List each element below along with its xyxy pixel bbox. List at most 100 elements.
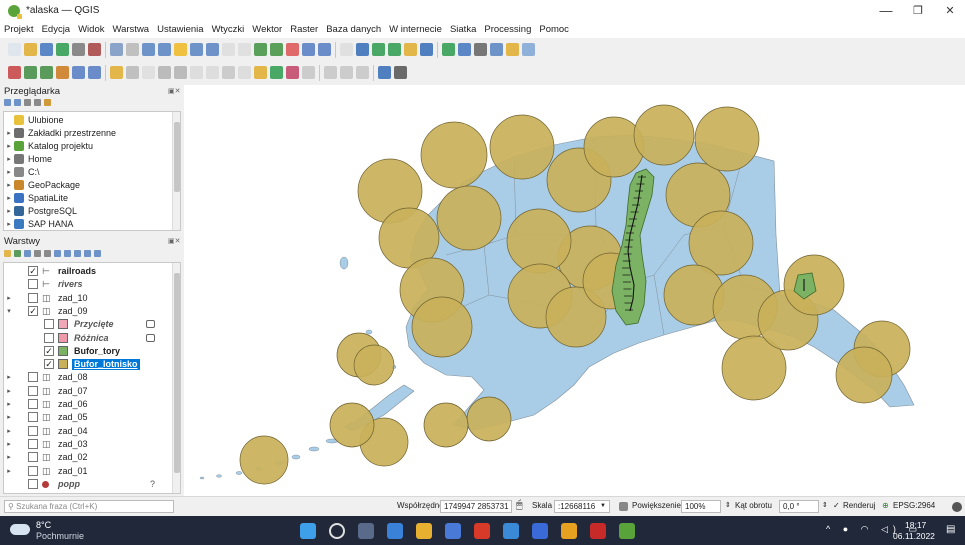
layer-visibility-checkbox[interactable] (28, 438, 38, 449)
layer-visibility-checkbox[interactable] (28, 279, 38, 290)
lock-icon[interactable] (619, 502, 628, 511)
toolbar-tool-icon[interactable] (388, 43, 401, 56)
toolbar-tool-icon[interactable] (394, 66, 407, 79)
spin-icon[interactable]: ⇕ (725, 501, 731, 509)
cloud-icon[interactable] (10, 524, 30, 535)
expand-arrow-icon[interactable]: ▸ (5, 154, 13, 165)
collapse-arrow-icon[interactable]: ▾ (5, 306, 13, 317)
toolbar-tool-icon[interactable] (324, 66, 337, 79)
temporary-layer-icon[interactable] (146, 320, 155, 329)
toolbar-tool-icon[interactable] (420, 43, 433, 56)
clock-time[interactable]: 18:17 (905, 520, 926, 530)
toolbar-tool-icon[interactable] (458, 43, 471, 56)
expand-arrow-icon[interactable]: ▸ (5, 452, 13, 463)
toolbar-tool-icon[interactable] (110, 66, 123, 79)
toolbar-tool-icon[interactable] (40, 43, 53, 56)
search-icon[interactable] (329, 523, 345, 539)
coords-toggle-icon[interactable]: 🖱 (516, 499, 523, 512)
menu-item[interactable]: Siatka (446, 22, 480, 35)
expand-arrow-icon[interactable]: ▸ (5, 386, 13, 397)
menu-item[interactable]: Raster (286, 22, 322, 35)
panel-tool-icon[interactable] (74, 250, 81, 257)
panel-tool-icon[interactable] (34, 99, 41, 106)
toolbar-tool-icon[interactable] (8, 43, 21, 56)
file-explorer-icon[interactable] (416, 523, 432, 539)
browser-item[interactable]: Ulubione (4, 115, 172, 126)
browser-item[interactable]: ▸ SAP HANA (4, 219, 172, 230)
browser-item[interactable]: ▸ SpatiaLite (4, 193, 172, 204)
coords-field[interactable]: 1749947 2853731 (440, 500, 512, 513)
toolbar-tool-icon[interactable] (88, 43, 101, 56)
panel-tool-icon[interactable] (14, 99, 21, 106)
layer-item[interactable]: ▾ ✓ ◫ zad_09 (4, 305, 172, 317)
menu-item[interactable]: Processing (480, 22, 535, 35)
toolbar-tool-icon[interactable] (158, 66, 171, 79)
toolbar-tool-icon[interactable] (8, 66, 21, 79)
toolbar-tool-icon[interactable] (126, 66, 139, 79)
toolbar-tool-icon[interactable] (378, 66, 391, 79)
toolbar-tool-icon[interactable] (110, 43, 123, 56)
toolbar-tool-icon[interactable] (158, 43, 171, 56)
office-icon[interactable] (474, 523, 490, 539)
toolbar-tool-icon[interactable] (24, 66, 37, 79)
layer-name[interactable]: rivers (56, 279, 85, 290)
maximize-button[interactable]: ❐ (903, 2, 933, 20)
layer-item[interactable]: ▸ ◫ zad_10 (4, 292, 172, 304)
toolbar-tool-icon[interactable] (206, 43, 219, 56)
layer-name[interactable]: railroads (56, 266, 98, 277)
toolbar-tool-icon[interactable] (56, 66, 69, 79)
layer-name[interactable]: zad_09 (56, 306, 90, 317)
expand-arrow-icon[interactable]: ▸ (5, 206, 13, 217)
menu-item[interactable]: Edycja (38, 22, 75, 35)
layer-item[interactable]: ▸ ◫ zad_04 (4, 425, 172, 437)
menu-item[interactable]: Pomoc (535, 22, 573, 35)
layer-visibility-checkbox[interactable] (28, 465, 38, 476)
layer-visibility-checkbox[interactable] (28, 372, 38, 383)
crs-globe-icon[interactable]: ⊕ (882, 501, 889, 510)
layer-name[interactable]: zad_04 (56, 426, 90, 437)
toolbar-tool-icon[interactable] (340, 43, 353, 56)
layer-name[interactable]: zad_06 (56, 399, 90, 410)
chat-icon[interactable] (387, 523, 403, 539)
spin-icon[interactable]: ⇕ (822, 501, 828, 509)
toolbar-tool-icon[interactable] (270, 43, 283, 56)
layer-name[interactable]: zad_02 (56, 452, 90, 463)
menu-item[interactable]: Wtyczki (208, 22, 249, 35)
toolbar-tool-icon[interactable] (174, 66, 187, 79)
toolbar-tool-icon[interactable] (404, 43, 417, 56)
edge-icon[interactable] (532, 523, 548, 539)
layers-scrollbar[interactable] (172, 263, 180, 493)
toolbar-tool-icon[interactable] (206, 66, 219, 79)
toolbar-tool-icon[interactable] (442, 43, 455, 56)
layer-item[interactable]: ▸ ◫ zad_06 (4, 399, 172, 410)
task-view-icon[interactable] (358, 523, 374, 539)
rotation-field[interactable]: 0,0 ° (779, 500, 819, 513)
expand-arrow-icon[interactable]: ▸ (5, 128, 13, 139)
layer-visibility-checkbox[interactable] (28, 385, 38, 396)
clock-date[interactable]: 06.11.2022 (893, 531, 935, 541)
toolbar-tool-icon[interactable] (372, 43, 385, 56)
layer-visibility-checkbox[interactable] (44, 319, 54, 330)
render-checkbox[interactable]: ✓ (833, 501, 840, 510)
expand-arrow-icon[interactable]: ▸ (5, 439, 13, 450)
toolbar-tool-icon[interactable] (238, 43, 251, 56)
toolbar-tool-icon[interactable] (222, 66, 235, 79)
temporary-layer-icon[interactable] (146, 333, 155, 342)
toolbar-tool-icon[interactable] (286, 43, 299, 56)
toolbar-tool-icon[interactable] (88, 66, 101, 79)
layer-name[interactable]: Bufor_lotnisko (72, 359, 140, 371)
layer-visibility-checkbox[interactable] (28, 478, 38, 489)
layer-item[interactable]: ✓ ⊢ railroads (4, 266, 172, 277)
layer-name[interactable]: zad_08 (56, 372, 90, 383)
panel-tool-icon[interactable] (34, 250, 41, 257)
toolbar-tool-icon[interactable] (222, 43, 235, 56)
toolbar-tool-icon[interactable] (238, 66, 251, 79)
expand-arrow-icon[interactable]: ▸ (5, 141, 13, 152)
layer-item[interactable]: ▸ ◫ zad_02 (4, 452, 172, 463)
layer-item[interactable]: ▸ ◫ zad_08 (4, 372, 172, 383)
layer-visibility-checkbox[interactable] (44, 332, 54, 343)
toolbar-tool-icon[interactable] (190, 66, 203, 79)
menu-item[interactable]: Warstwa (109, 22, 154, 35)
toolbar-tool-icon[interactable] (490, 43, 503, 56)
toolbar-tool-icon[interactable] (254, 66, 267, 79)
